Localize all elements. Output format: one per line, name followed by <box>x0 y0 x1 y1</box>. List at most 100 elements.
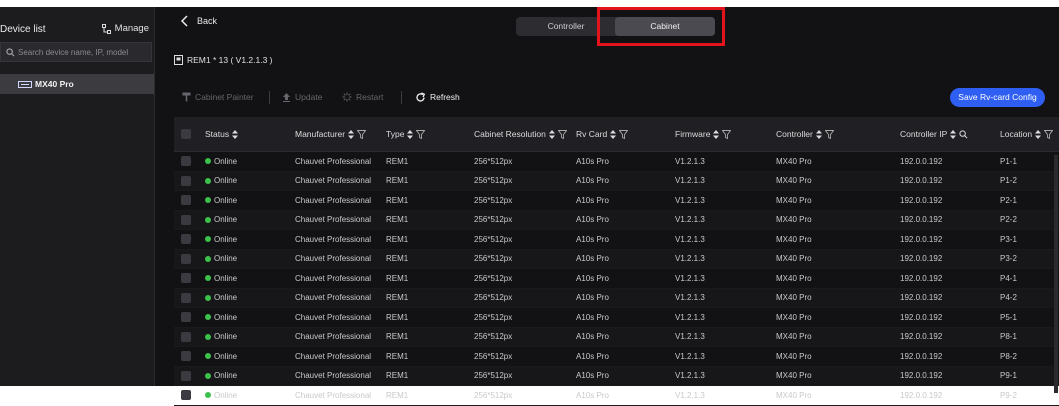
cell-firmware: V1.2.1.3 <box>675 191 705 210</box>
checkbox-box[interactable] <box>181 156 191 167</box>
column-header-controller-ip[interactable]: Controller IP <box>900 117 968 151</box>
column-header-controller[interactable]: Controller <box>776 117 834 151</box>
cell-controller-ip: 192.0.0.192 <box>900 347 942 366</box>
row-checkbox[interactable] <box>181 308 191 327</box>
cell-text: 192.0.0.192 <box>900 293 943 303</box>
checkbox-box[interactable] <box>181 214 191 225</box>
update-button[interactable]: Update <box>282 87 322 107</box>
checkbox-box[interactable] <box>181 129 191 139</box>
checkbox-box[interactable] <box>181 195 191 206</box>
row-checkbox[interactable] <box>181 289 191 308</box>
device-search-input[interactable] <box>18 47 148 57</box>
cell-controller-ip: 192.0.0.192 <box>900 211 942 230</box>
row-checkbox[interactable] <box>181 386 191 405</box>
row-checkbox[interactable] <box>181 328 191 347</box>
cell-manufacturer: Chauvet Professional <box>295 328 371 347</box>
table-row[interactable]: Online Chauvet Professional REM1 256*512px A… <box>174 347 1059 367</box>
filter-icon[interactable] <box>1044 129 1054 139</box>
cell-text: 256*512px <box>474 176 513 186</box>
checkbox-box[interactable] <box>181 273 191 284</box>
row-checkbox[interactable] <box>181 230 191 249</box>
sort-icon[interactable] <box>548 129 555 139</box>
row-checkbox[interactable] <box>181 191 191 210</box>
cabinet-painter-button[interactable]: Cabinet Painter <box>182 87 254 107</box>
table-scrollbar[interactable] <box>1054 155 1058 393</box>
column-header-cabinet-resolution[interactable]: Cabinet Resolution <box>474 117 567 151</box>
filter-icon[interactable] <box>416 129 426 139</box>
row-checkbox[interactable] <box>181 347 191 366</box>
row-checkbox[interactable] <box>181 367 191 386</box>
checkbox-box[interactable] <box>181 175 191 186</box>
row-checkbox[interactable] <box>181 172 191 191</box>
refresh-button[interactable]: Refresh <box>415 87 460 107</box>
cell-location: P5-1 <box>1000 308 1017 327</box>
column-header-type[interactable]: Type <box>386 117 426 151</box>
table-row[interactable]: Online Chauvet Professional REM1 256*512px A… <box>174 386 1059 406</box>
sidebar-item-mx40-pro[interactable]: MX40 Pro <box>0 74 154 94</box>
table-row[interactable]: Online Chauvet Professional REM1 256*512px A… <box>174 191 1059 211</box>
table-row[interactable]: Online Chauvet Professional REM1 256*512px A… <box>174 269 1059 289</box>
sort-icon[interactable] <box>1035 129 1042 139</box>
filter-icon[interactable] <box>357 129 367 139</box>
device-search-box[interactable] <box>0 42 152 62</box>
column-header-rv-card[interactable]: Rv Card <box>576 117 629 151</box>
cell-text: 256*512px <box>474 156 513 166</box>
row-checkbox[interactable] <box>181 269 191 288</box>
checkbox-box[interactable] <box>181 351 191 362</box>
table-row[interactable]: Online Chauvet Professional REM1 256*512px A… <box>174 210 1059 230</box>
checkbox-box[interactable] <box>181 253 191 264</box>
filter-icon[interactable] <box>619 129 629 139</box>
cell-controller: MX40 Pro <box>776 269 812 288</box>
status-online-dot <box>205 197 211 204</box>
table-row[interactable]: Online Chauvet Professional REM1 256*512px A… <box>174 152 1059 172</box>
cell-text: V1.2.1.3 <box>675 176 705 186</box>
column-header-label: Rv Card <box>576 129 608 139</box>
column-header-status[interactable]: Status <box>205 117 239 151</box>
manage-button[interactable]: Manage <box>101 23 149 34</box>
status-online-dot <box>205 353 211 360</box>
sort-icon[interactable] <box>815 129 822 139</box>
table-row[interactable]: Online Chauvet Professional REM1 256*512px A… <box>174 327 1059 347</box>
sort-icon[interactable] <box>713 129 720 139</box>
save-rv-card-config-button[interactable]: Save Rv-card Config <box>950 88 1045 107</box>
sort-icon[interactable] <box>407 129 414 139</box>
column-header-manufacturer[interactable]: Manufacturer <box>295 117 367 151</box>
row-checkbox[interactable] <box>181 250 191 269</box>
column-header-location[interactable]: Location <box>1000 117 1054 151</box>
filter-icon[interactable] <box>824 129 834 139</box>
back-button[interactable]: Back <box>181 15 217 27</box>
checkbox-box[interactable] <box>181 312 191 323</box>
checkbox-box[interactable] <box>181 234 191 245</box>
cell-firmware: V1.2.1.3 <box>675 347 705 366</box>
sort-icon[interactable] <box>950 129 957 139</box>
checkbox-box[interactable] <box>181 292 191 303</box>
cell-controller: MX40 Pro <box>776 308 812 327</box>
checkbox-box[interactable] <box>181 370 191 381</box>
sort-icon[interactable] <box>232 129 239 139</box>
cell-location: P4-1 <box>1000 269 1017 288</box>
column-header-firmware[interactable]: Firmware <box>675 117 732 151</box>
cell-text: 256*512px <box>474 371 513 381</box>
row-checkbox[interactable] <box>181 152 191 171</box>
table-row[interactable]: Online Chauvet Professional REM1 256*512px A… <box>174 249 1059 269</box>
tab-cabinet[interactable]: Cabinet <box>615 17 715 36</box>
table-row[interactable]: Online Chauvet Professional REM1 256*512px A… <box>174 288 1059 308</box>
sort-icon[interactable] <box>348 129 355 139</box>
checkbox-box[interactable] <box>181 331 191 342</box>
table-row[interactable]: Online Chauvet Professional REM1 256*512px A… <box>174 171 1059 191</box>
table-row[interactable]: Online Chauvet Professional REM1 256*512px A… <box>174 308 1059 328</box>
sort-icon[interactable] <box>610 129 617 139</box>
cell-text: 192.0.0.192 <box>900 176 943 186</box>
select-all-checkbox[interactable] <box>181 117 191 151</box>
search-icon[interactable] <box>959 129 968 139</box>
checkbox-box[interactable] <box>181 390 191 401</box>
restart-button[interactable]: Restart <box>342 87 383 107</box>
cell-text: A10s Pro <box>576 273 609 283</box>
table-row[interactable]: Online Chauvet Professional REM1 256*512px A… <box>174 366 1059 386</box>
filter-icon[interactable] <box>557 129 567 139</box>
toolbar-divider <box>401 91 402 104</box>
tab-controller[interactable]: Controller <box>516 17 616 36</box>
row-checkbox[interactable] <box>181 211 191 230</box>
table-row[interactable]: Online Chauvet Professional REM1 256*512px A… <box>174 230 1059 250</box>
filter-icon[interactable] <box>722 129 732 139</box>
